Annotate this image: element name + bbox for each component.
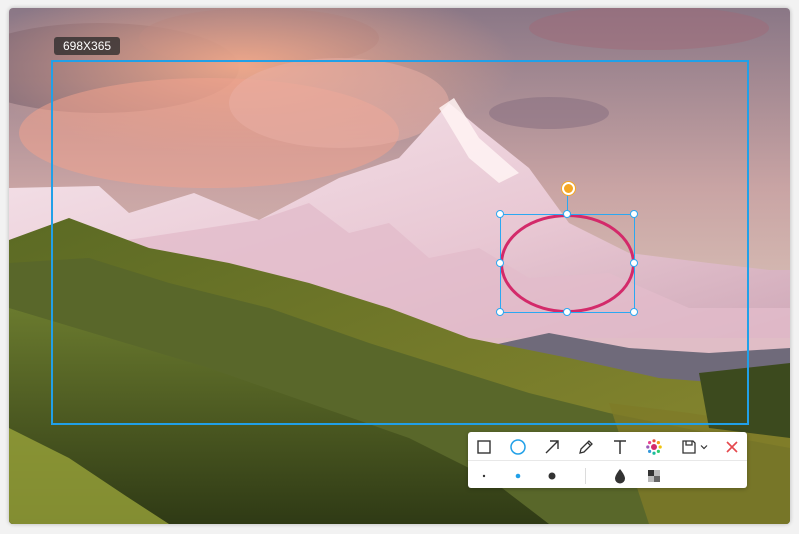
resize-handle-bottom-right[interactable] — [630, 308, 638, 316]
resize-handle-right[interactable] — [630, 259, 638, 267]
arrow-tool-button[interactable] — [541, 436, 563, 458]
screenshot-window: 698X365 — [9, 8, 790, 524]
color-picker-icon — [646, 439, 662, 455]
color-picker-button[interactable] — [643, 436, 665, 458]
dot-small-icon — [482, 474, 486, 478]
rectangle-tool-button[interactable] — [473, 436, 495, 458]
save-button[interactable] — [677, 436, 711, 458]
brush-size-large[interactable] — [541, 465, 563, 487]
text-icon — [614, 440, 626, 454]
brush-size-small[interactable] — [473, 465, 495, 487]
ellipse-tool-button[interactable] — [507, 436, 529, 458]
rectangle-icon — [477, 440, 491, 454]
pencil-icon — [579, 440, 593, 454]
resize-handle-left[interactable] — [496, 259, 504, 267]
dot-medium-icon — [515, 473, 521, 479]
resize-handle-bottom-left[interactable] — [496, 308, 504, 316]
chevron-down-icon[interactable] — [700, 443, 708, 451]
resize-handle-top-left[interactable] — [496, 210, 504, 218]
rotate-handle[interactable] — [562, 182, 575, 195]
toolbar-divider — [468, 460, 747, 461]
brush-size-medium[interactable] — [507, 465, 529, 487]
resize-handle-bottom[interactable] — [563, 308, 571, 316]
save-icon — [681, 440, 696, 454]
mosaic-tool-button[interactable] — [643, 465, 665, 487]
arrow-icon — [545, 440, 559, 454]
close-button[interactable] — [721, 436, 743, 458]
ellipse-icon — [510, 439, 526, 455]
selection-size-label: 698X365 — [54, 37, 121, 55]
annotation-bounding-box[interactable] — [500, 214, 635, 313]
blur-icon — [615, 469, 625, 484]
blur-tool-button[interactable] — [609, 465, 631, 487]
toolbar-separator — [585, 468, 586, 484]
dot-large-icon — [548, 472, 556, 480]
text-tool-button[interactable] — [609, 436, 631, 458]
capture-selection-area[interactable] — [51, 60, 749, 425]
annotation-toolbar — [468, 432, 747, 488]
close-icon — [726, 441, 738, 453]
pencil-tool-button[interactable] — [575, 436, 597, 458]
mosaic-icon — [648, 470, 660, 482]
resize-handle-top[interactable] — [563, 210, 571, 218]
resize-handle-top-right[interactable] — [630, 210, 638, 218]
